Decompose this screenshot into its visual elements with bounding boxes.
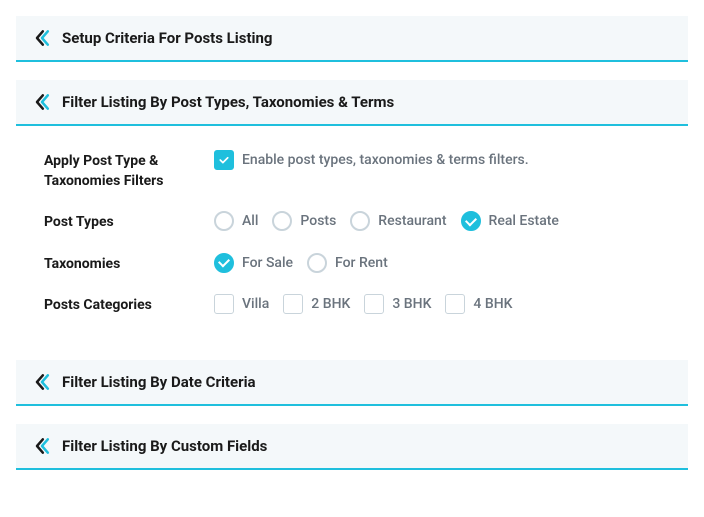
field-apply-filters: Apply Post Type & Taxonomies Filters Ena… bbox=[44, 150, 660, 191]
field-post-types: Post Types All Posts Restaurant Real Estate bbox=[44, 211, 660, 233]
enable-filters-checkbox[interactable] bbox=[214, 150, 234, 170]
field-label: Taxonomies bbox=[44, 253, 214, 275]
category-checkbox-2-bhk[interactable] bbox=[283, 294, 303, 314]
field-label: Post Types bbox=[44, 211, 214, 233]
option-label: Posts bbox=[300, 213, 336, 229]
field-taxonomies: Taxonomies For Sale For Rent bbox=[44, 253, 660, 275]
option-label: For Rent bbox=[335, 255, 388, 271]
option-label: For Sale bbox=[242, 255, 293, 271]
post-type-option-posts[interactable]: Posts bbox=[272, 211, 336, 231]
post-type-radio-posts[interactable] bbox=[272, 211, 292, 231]
option-label: Real Estate bbox=[489, 213, 559, 229]
field-categories: Posts Categories Villa 2 BHK 3 BHK 4 BHK bbox=[44, 294, 660, 316]
panel-title: Filter Listing By Date Criteria bbox=[62, 373, 256, 391]
panel-header-filter-custom[interactable]: Filter Listing By Custom Fields bbox=[16, 424, 688, 470]
brand-icon bbox=[32, 92, 52, 112]
field-label: Posts Categories bbox=[44, 294, 214, 316]
post-type-radio-all[interactable] bbox=[214, 211, 234, 231]
panel-header-setup-criteria[interactable]: Setup Criteria For Posts Listing bbox=[16, 16, 688, 62]
post-type-radio-restaurant[interactable] bbox=[350, 211, 370, 231]
post-type-option-real-estate[interactable]: Real Estate bbox=[461, 211, 559, 231]
category-option-3-bhk[interactable]: 3 BHK bbox=[364, 294, 431, 314]
option-label: All bbox=[242, 213, 258, 229]
category-option-4-bhk[interactable]: 4 BHK bbox=[445, 294, 512, 314]
category-checkbox-villa[interactable] bbox=[214, 294, 234, 314]
field-label: Apply Post Type & Taxonomies Filters bbox=[44, 150, 214, 191]
brand-icon bbox=[32, 372, 52, 392]
panel-title: Filter Listing By Custom Fields bbox=[62, 437, 267, 455]
option-label: Villa bbox=[242, 296, 269, 312]
panel-header-filter-types[interactable]: Filter Listing By Post Types, Taxonomies… bbox=[16, 80, 688, 126]
brand-icon bbox=[32, 28, 52, 48]
panel-header-filter-date[interactable]: Filter Listing By Date Criteria bbox=[16, 360, 688, 406]
panel-title: Setup Criteria For Posts Listing bbox=[62, 29, 272, 47]
post-type-option-restaurant[interactable]: Restaurant bbox=[350, 211, 446, 231]
post-type-radio-real-estate[interactable] bbox=[461, 211, 481, 231]
taxonomy-option-for-rent[interactable]: For Rent bbox=[307, 253, 388, 273]
post-type-option-all[interactable]: All bbox=[214, 211, 258, 231]
taxonomy-radio-for-rent[interactable] bbox=[307, 253, 327, 273]
option-label: 3 BHK bbox=[392, 296, 431, 312]
option-label: Restaurant bbox=[378, 213, 446, 229]
enable-filters-option[interactable]: Enable post types, taxonomies & terms fi… bbox=[214, 150, 529, 170]
category-checkbox-3-bhk[interactable] bbox=[364, 294, 384, 314]
option-label: 4 BHK bbox=[473, 296, 512, 312]
category-checkbox-4-bhk[interactable] bbox=[445, 294, 465, 314]
taxonomy-radio-for-sale[interactable] bbox=[214, 253, 234, 273]
taxonomy-option-for-sale[interactable]: For Sale bbox=[214, 253, 293, 273]
brand-icon bbox=[32, 436, 52, 456]
option-label: 2 BHK bbox=[311, 296, 350, 312]
category-option-2-bhk[interactable]: 2 BHK bbox=[283, 294, 350, 314]
category-option-villa[interactable]: Villa bbox=[214, 294, 269, 314]
enable-filters-label: Enable post types, taxonomies & terms fi… bbox=[242, 152, 529, 168]
panel-content-filter-types: Apply Post Type & Taxonomies Filters Ena… bbox=[16, 144, 688, 344]
panel-title: Filter Listing By Post Types, Taxonomies… bbox=[62, 93, 394, 111]
